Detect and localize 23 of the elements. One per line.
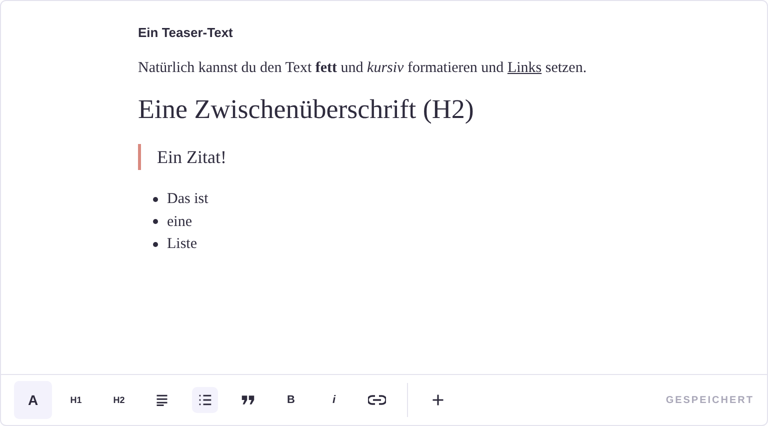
blockquote: Ein Zitat! [138,144,767,170]
format-button[interactable]: A [14,381,52,419]
paragraph: Natürlich kannst du den Text fett und kursiv formatieren und Links setzen. [138,59,588,78]
list-item: Das ist [167,190,208,209]
bullet-icon [153,242,158,247]
teaser-text: Ein Teaser-Text [138,25,234,40]
plus-icon [431,393,445,407]
list-item: eine [167,212,192,232]
save-status: GESPEICHERT [666,394,754,406]
bullet-icon [153,196,158,202]
subheading: Eine Zwischenüberschrift (H2) [138,93,475,126]
text-link[interactable]: Links [507,60,542,76]
link-icon [368,394,386,406]
italic-button[interactable]: i [321,387,347,413]
bullet-icon [153,219,158,224]
format-button[interactable]: H1 [63,387,89,413]
bullet-list-icon [198,393,212,407]
quote-icon [241,393,255,407]
align-icon [155,393,169,407]
list-button[interactable] [192,387,218,413]
list-item: Liste [167,235,197,254]
format-button[interactable]: B [278,387,304,413]
format-button[interactable]: H2 [106,387,132,413]
